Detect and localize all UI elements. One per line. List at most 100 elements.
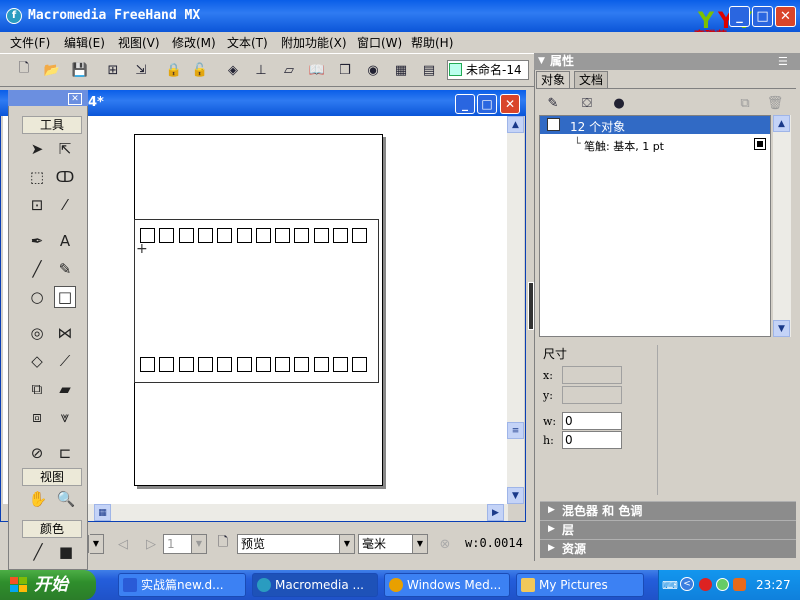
perspective-tool-icon[interactable]: ◎: [26, 322, 48, 344]
library-icon[interactable]: 📖: [308, 61, 326, 79]
scroll-down-icon[interactable]: ▼: [773, 320, 790, 337]
new-icon[interactable]: 🗋: [15, 61, 33, 79]
pointer-tool-icon[interactable]: ➤: [26, 138, 48, 160]
square-shape[interactable]: [255, 228, 271, 243]
scroll-down-icon[interactable]: ▼: [507, 487, 524, 504]
w-field[interactable]: 0: [562, 412, 622, 430]
eraser-tool-icon[interactable]: ◇: [26, 350, 48, 372]
extrude-tool-icon[interactable]: ⧉: [26, 378, 48, 400]
square-shape[interactable]: [255, 357, 271, 372]
properties-header[interactable]: 属性: [534, 53, 800, 70]
square-shape[interactable]: [197, 228, 213, 243]
scroll-thumb[interactable]: ≡: [507, 422, 524, 439]
square-shape[interactable]: [197, 357, 213, 372]
square-shape[interactable]: [217, 228, 233, 243]
square-shape[interactable]: [333, 357, 348, 372]
text-tool-icon[interactable]: A: [54, 230, 76, 252]
panel-splitter-handle[interactable]: [528, 282, 534, 330]
lock-icon[interactable]: 🔒: [165, 61, 183, 79]
menu-extras[interactable]: 附加功能(X): [281, 34, 347, 51]
hscroll-thumb[interactable]: ▦: [94, 504, 111, 521]
square-shape[interactable]: [217, 357, 233, 372]
menu-modify[interactable]: 修改(M): [172, 34, 216, 51]
table-icon[interactable]: ▦: [392, 61, 410, 79]
add-fill-icon[interactable]: ⛋: [578, 94, 596, 112]
fill-color-icon[interactable]: ■: [55, 541, 77, 563]
page-forward-icon[interactable]: ▷: [142, 535, 160, 553]
pen-tool-icon[interactable]: ✒: [26, 230, 48, 252]
scroll-up-icon[interactable]: ▲: [507, 116, 524, 133]
h-field[interactable]: 0: [562, 431, 622, 449]
square-shape[interactable]: [159, 357, 175, 372]
rectangle-tool-icon[interactable]: □: [54, 286, 76, 308]
doc-maximize-button[interactable]: □: [477, 94, 497, 114]
menu-help[interactable]: 帮助(H): [411, 34, 453, 51]
freehand-app-icon[interactable]: f: [6, 8, 22, 24]
x-field[interactable]: [562, 366, 622, 384]
task-word[interactable]: 实战篇new.d...: [118, 573, 246, 597]
task-media-player[interactable]: Windows Med...: [384, 573, 510, 597]
task-my-pictures[interactable]: My Pictures: [516, 573, 644, 597]
square-shape[interactable]: [352, 357, 368, 372]
page-back-icon[interactable]: ◁: [114, 535, 132, 553]
layers-panel-header[interactable]: 层: [540, 520, 796, 539]
mixer-panel-header[interactable]: 混色器 和 色调: [540, 501, 796, 520]
layers-icon[interactable]: ▤: [420, 61, 438, 79]
close-button[interactable]: ✕: [775, 6, 796, 27]
hand-tool-icon[interactable]: ✋: [27, 488, 49, 510]
square-shape[interactable]: [236, 228, 252, 243]
page-number-field[interactable]: 1 ▼: [163, 534, 207, 554]
blend-tool-icon[interactable]: ⧈: [26, 406, 48, 428]
duplicate-attribute-icon[interactable]: ⧉: [736, 94, 754, 112]
group-icon[interactable]: ◈: [224, 61, 242, 79]
doc-close-button[interactable]: ✕: [500, 94, 520, 114]
unlock-icon[interactable]: 🔓: [191, 61, 209, 79]
add-stroke-icon[interactable]: ✎: [544, 94, 562, 112]
square-shape[interactable]: [178, 228, 194, 243]
color-icon[interactable]: ◉: [364, 61, 382, 79]
page-tool-icon[interactable]: ⬚: [26, 166, 48, 188]
import-icon[interactable]: ⊞: [104, 61, 122, 79]
vertical-scrollbar[interactable]: ▲ ≡ ▼: [507, 116, 524, 504]
square-shape[interactable]: [140, 357, 155, 372]
page-prev-dropdown[interactable]: ▼: [88, 534, 104, 554]
panel-options-icon[interactable]: ☰: [778, 55, 788, 68]
line-tool-icon[interactable]: ╱: [26, 258, 48, 280]
skew-tool-icon[interactable]: ▰: [54, 378, 76, 400]
stroke-color-icon[interactable]: ╱: [27, 541, 49, 563]
horizontal-scrollbar[interactable]: ▦ ▶: [88, 504, 508, 521]
doc-minimize-button[interactable]: _: [455, 94, 475, 114]
assets-panel-header[interactable]: 资源: [540, 539, 796, 558]
object-icon[interactable]: ❒: [336, 61, 354, 79]
eyedropper-tool-icon[interactable]: ⁄: [54, 194, 76, 216]
expand-arrow-icon[interactable]: ▶: [548, 524, 555, 534]
expand-arrow-icon[interactable]: ▶: [548, 505, 555, 515]
square-shape[interactable]: [178, 357, 194, 372]
clock[interactable]: 23:27: [756, 578, 791, 592]
scroll-right-icon[interactable]: ▶: [487, 504, 504, 521]
square-shape[interactable]: [236, 357, 252, 372]
zoom-tool-icon[interactable]: 🔍: [55, 488, 77, 510]
square-shape[interactable]: [313, 357, 329, 372]
tools-close-icon[interactable]: ✕: [68, 93, 82, 105]
pencil-tool-icon[interactable]: ✎: [54, 258, 76, 280]
keyboard-icon[interactable]: ⌨: [662, 579, 678, 592]
knife-tool-icon[interactable]: ⟋: [54, 350, 76, 372]
mirror-tool-icon[interactable]: ⩔: [54, 406, 76, 428]
subselect-tool-icon[interactable]: ⇱: [54, 138, 76, 160]
tab-document[interactable]: 文档: [574, 71, 609, 88]
square-shape[interactable]: [275, 357, 291, 372]
add-page-icon[interactable]: 🗋: [214, 535, 232, 553]
transform-icon[interactable]: ▱: [280, 61, 298, 79]
square-shape[interactable]: [313, 228, 329, 243]
connector-tool-icon[interactable]: ⊏: [54, 442, 76, 464]
align-icon[interactable]: ⊥: [252, 61, 270, 79]
cancel-icon[interactable]: ⊗: [436, 535, 454, 553]
ellipse-tool-icon[interactable]: ○: [26, 286, 48, 308]
reshape-tool-icon[interactable]: ⋈: [54, 322, 76, 344]
open-icon[interactable]: 📂: [43, 61, 61, 79]
menu-text[interactable]: 文本(T): [227, 34, 268, 51]
lasso-tool-icon[interactable]: ↀ: [54, 166, 76, 188]
task-freehand[interactable]: Macromedia ...: [252, 573, 378, 597]
square-shape[interactable]: [275, 228, 291, 243]
